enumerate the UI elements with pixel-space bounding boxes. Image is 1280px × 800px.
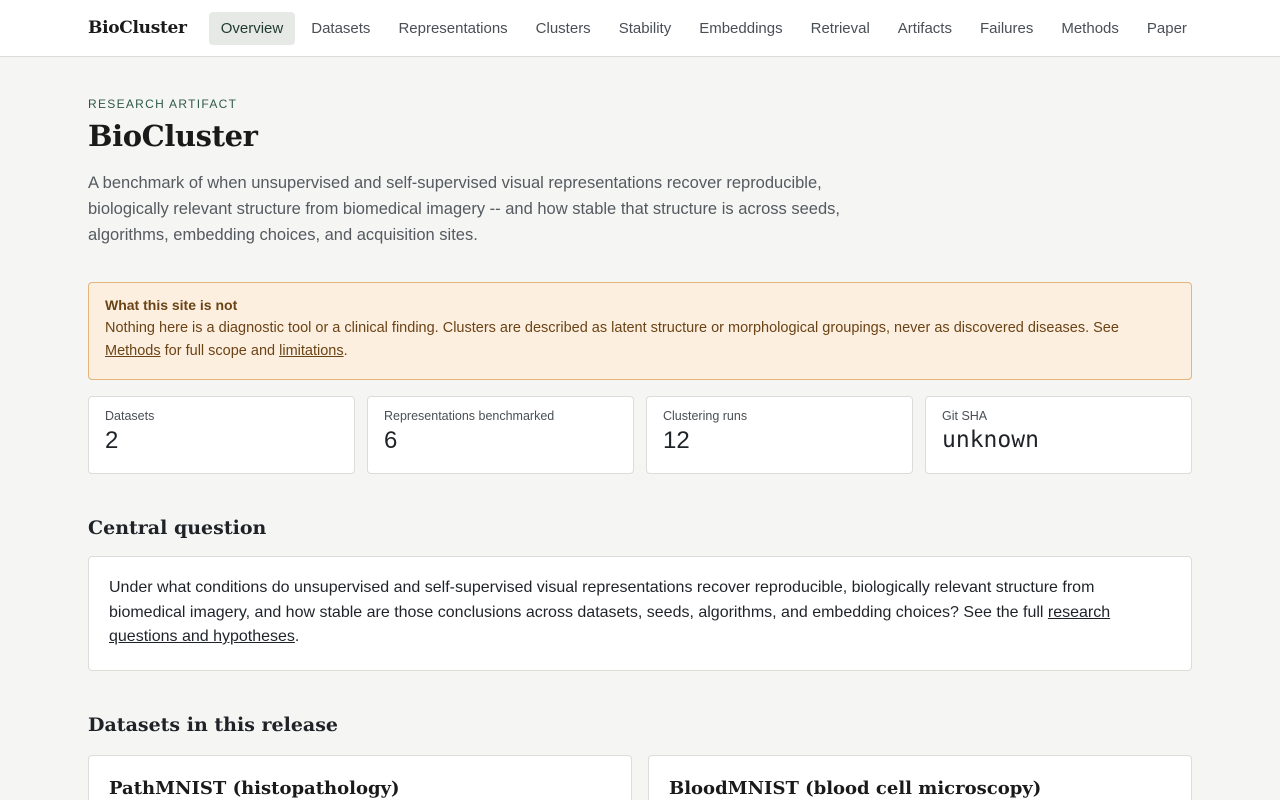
nav-representations[interactable]: Representations: [386, 12, 519, 45]
nav-clusters[interactable]: Clusters: [524, 12, 603, 45]
nav-failures[interactable]: Failures: [968, 12, 1045, 45]
stat-value: 2: [105, 427, 119, 454]
top-navigation-bar: BioCluster Overview Datasets Representat…: [0, 0, 1280, 57]
stats-row: Datasets 2 Representations benchmarked 6…: [88, 396, 1192, 474]
central-question-card: Under what conditions do unsupervised an…: [88, 556, 1192, 671]
stat-card-representations: Representations benchmarked 6: [367, 396, 634, 474]
nav-stability[interactable]: Stability: [607, 12, 684, 45]
dataset-card-bloodmnist[interactable]: BloodMNIST (blood cell microscopy): [648, 755, 1192, 800]
stat-value: 6: [384, 427, 398, 454]
notice-text-prefix: Nothing here is a diagnostic tool or a c…: [105, 320, 1119, 336]
stat-label: Datasets: [105, 409, 155, 423]
stat-card-datasets: Datasets 2: [88, 396, 355, 474]
nav-datasets[interactable]: Datasets: [299, 12, 382, 45]
dataset-card-title: PathMNIST (histopathology): [109, 778, 400, 799]
dataset-cards: PathMNIST (histopathology) BloodMNIST (b…: [88, 755, 1192, 800]
nav-paper[interactable]: Paper: [1135, 12, 1199, 45]
nav-embeddings[interactable]: Embeddings: [687, 12, 794, 45]
datasets-heading: Datasets in this release: [88, 714, 339, 736]
lead-description: A benchmark of when unsupervised and sel…: [88, 174, 840, 244]
question-text: Under what conditions do unsupervised an…: [109, 579, 1095, 621]
stat-label: Representations benchmarked: [384, 409, 555, 423]
stat-value: unknown: [942, 427, 1039, 453]
nav-retrieval[interactable]: Retrieval: [799, 12, 882, 45]
nav-artifacts[interactable]: Artifacts: [886, 12, 964, 45]
dataset-card-pathmnist[interactable]: PathMNIST (histopathology): [88, 755, 632, 800]
brand-logo[interactable]: BioCluster: [88, 18, 187, 38]
stat-card-git-sha: Git SHA unknown: [925, 396, 1192, 474]
question-text-suffix: .: [294, 628, 300, 645]
dataset-card-title: BloodMNIST (blood cell microscopy): [669, 778, 1042, 799]
nav-overview[interactable]: Overview: [208, 11, 296, 45]
disclaimer-notice: What this site is not Nothing here is a …: [88, 282, 1192, 380]
stat-label: Clustering runs: [663, 409, 748, 423]
stat-value: 12: [663, 427, 690, 454]
notice-text-suffix: .: [343, 343, 348, 359]
stat-card-clustering-runs: Clustering runs 12: [646, 396, 913, 474]
notice-body: Nothing here is a diagnostic tool or a c…: [105, 317, 1175, 363]
main-content: RESEARCH ARTIFACT BioCluster A benchmark…: [0, 57, 1280, 800]
methods-link[interactable]: Methods: [105, 343, 161, 359]
central-question-heading: Central question: [88, 517, 267, 539]
nav-methods[interactable]: Methods: [1049, 12, 1131, 45]
notice-text-middle: for full scope and: [160, 343, 280, 359]
eyebrow-label: RESEARCH ARTIFACT: [88, 97, 238, 111]
notice-title: What this site is not: [105, 297, 238, 313]
page-title: BioCluster: [88, 119, 258, 153]
main-nav: Overview Datasets Representations Cluste…: [208, 11, 1199, 45]
stat-label: Git SHA: [942, 409, 988, 423]
limitations-link[interactable]: limitations: [279, 343, 343, 359]
